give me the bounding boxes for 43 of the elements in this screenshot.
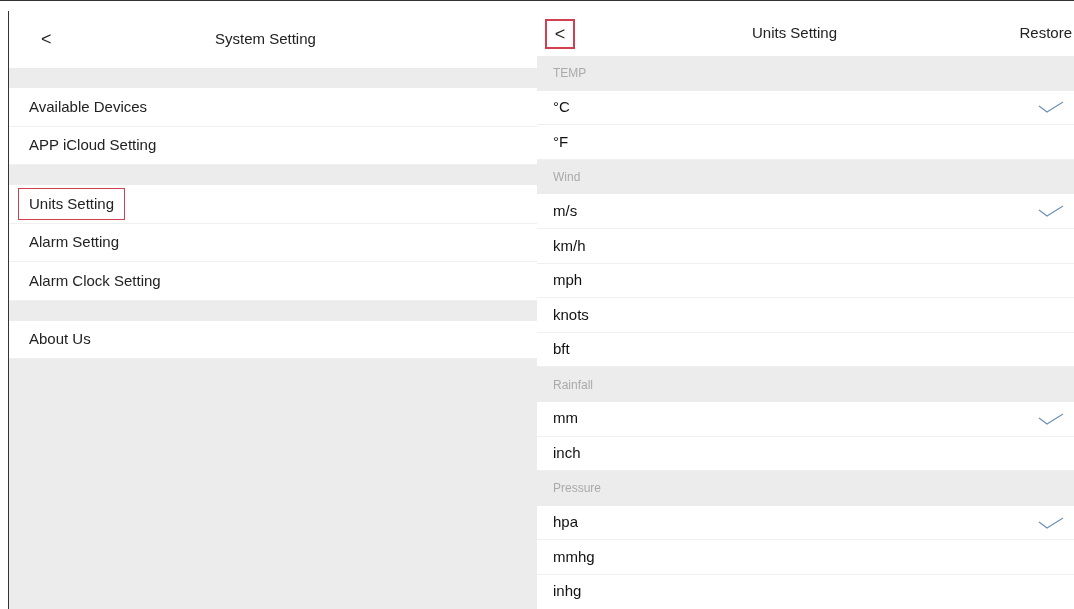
unit-label: inhg <box>553 581 582 602</box>
unit-label: bft <box>553 339 570 360</box>
restore-button[interactable]: Restore <box>1019 22 1072 45</box>
unit-label: km/h <box>553 235 586 256</box>
unit-option[interactable]: inhg <box>537 574 1074 609</box>
menu-item[interactable]: Alarm Setting <box>9 223 537 262</box>
unit-option[interactable]: knots <box>537 298 1074 333</box>
unit-label: inch <box>553 443 581 464</box>
unit-label: °F <box>553 131 569 152</box>
menu-item-label: APP iCloud Setting <box>28 135 158 155</box>
unit-option[interactable]: mmhg <box>537 540 1074 575</box>
unit-label: m/s <box>553 200 578 221</box>
section-title: Pressure <box>553 480 602 498</box>
unit-label: hpa <box>553 512 579 533</box>
unit-label: °C <box>553 97 570 118</box>
unit-option[interactable]: km/h <box>537 228 1074 264</box>
menu-item-label: Units Setting <box>18 187 126 220</box>
unit-option[interactable]: mm <box>537 401 1074 437</box>
menu-item-label: About Us <box>28 329 92 349</box>
unit-label: mmhg <box>553 546 595 567</box>
unit-label: mph <box>553 270 583 291</box>
unit-label: mm <box>553 408 578 429</box>
menu-item[interactable]: Units Setting <box>9 185 537 224</box>
unit-option[interactable]: hpa <box>537 505 1074 541</box>
menu-item-label: Available Devices <box>28 96 149 117</box>
section-title: TEMP <box>553 65 587 83</box>
menu-item[interactable]: Available Devices <box>9 88 537 127</box>
menu-item[interactable]: Alarm Clock Setting <box>9 262 537 301</box>
back-button[interactable]: < <box>545 18 575 49</box>
menu-item[interactable]: APP iCloud Setting <box>9 126 537 165</box>
section-title: Rainfall <box>553 376 594 394</box>
section-title: Wind <box>553 169 581 187</box>
back-button[interactable]: < <box>33 26 60 53</box>
unit-label: knots <box>553 304 589 325</box>
screen-title: System Setting <box>215 29 316 50</box>
unit-option[interactable]: mph <box>537 263 1074 299</box>
menu-item[interactable]: About Us <box>9 320 537 359</box>
unit-option[interactable]: °C <box>537 90 1074 126</box>
unit-option[interactable]: °F <box>537 125 1074 160</box>
menu-item-label: Alarm Clock Setting <box>28 270 162 291</box>
screen-title: Units Setting <box>752 23 838 44</box>
menu-item-label: Alarm Setting <box>28 232 121 252</box>
unit-option[interactable]: m/s <box>537 194 1074 229</box>
